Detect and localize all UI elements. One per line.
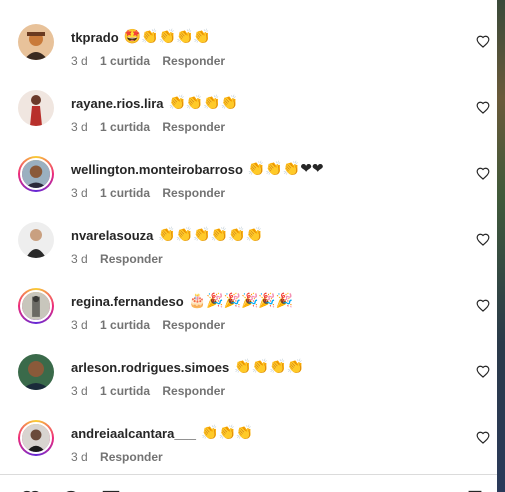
comment-likes[interactable]: 1 curtida <box>100 318 150 332</box>
comment-time[interactable]: 3 d <box>71 318 88 332</box>
avatar[interactable] <box>18 90 54 126</box>
reply-button[interactable]: Responder <box>162 384 225 398</box>
heart-icon[interactable] <box>476 365 490 378</box>
comment-item: nvarelasouza 👏👏👏👏👏👏 3 d Responder <box>0 202 497 268</box>
reply-button[interactable]: Responder <box>162 120 225 134</box>
comments-panel: tkprado 🤩👏👏👏👏 3 d 1 curtida Responder ra… <box>0 0 497 492</box>
reply-button[interactable]: Responder <box>100 450 163 464</box>
heart-icon[interactable] <box>476 233 490 246</box>
comment-item: rayane.rios.lira 👏👏👏👏 3 d 1 curtida Resp… <box>0 70 497 136</box>
comment-likes[interactable]: 1 curtida <box>100 120 150 134</box>
comment-time[interactable]: 3 d <box>71 54 88 68</box>
avatar[interactable] <box>18 222 54 258</box>
comment-username[interactable]: arleson.rodrigues.simoes <box>71 360 229 375</box>
reply-button[interactable]: Responder <box>162 186 225 200</box>
heart-icon[interactable] <box>476 431 490 444</box>
comment-username[interactable]: tkprado <box>71 30 119 45</box>
comment-text: 🤩👏👏👏👏 <box>123 29 211 45</box>
comment-time[interactable]: 3 d <box>71 186 88 200</box>
comment-text: 👏👏👏 <box>201 425 254 441</box>
comment-time[interactable]: 3 d <box>71 384 88 398</box>
comment-time[interactable]: 3 d <box>71 252 88 266</box>
avatar[interactable] <box>18 24 54 60</box>
comment-username[interactable]: regina.fernandeso <box>71 294 184 309</box>
avatar[interactable] <box>18 156 54 192</box>
heart-icon[interactable] <box>476 167 490 180</box>
comment-time[interactable]: 3 d <box>71 120 88 134</box>
reply-button[interactable]: Responder <box>100 252 163 266</box>
avatar[interactable] <box>18 354 54 390</box>
heart-icon[interactable] <box>476 299 490 312</box>
comment-item: tkprado 🤩👏👏👏👏 3 d 1 curtida Responder <box>0 4 497 70</box>
heart-icon[interactable] <box>476 101 490 114</box>
comment-item: andreiaalcantara___ 👏👏👏 3 d Responder <box>0 400 497 466</box>
comment-likes[interactable]: 1 curtida <box>100 54 150 68</box>
background-photo <box>497 0 505 492</box>
comment-time[interactable]: 3 d <box>71 450 88 464</box>
action-bar <box>0 474 497 492</box>
comment-text: 👏👏👏👏 <box>168 95 239 111</box>
comment-username[interactable]: wellington.monteirobarroso <box>71 162 243 177</box>
comment-likes[interactable]: 1 curtida <box>100 384 150 398</box>
reply-button[interactable]: Responder <box>162 318 225 332</box>
comment-text: 👏👏👏👏 <box>234 359 304 375</box>
avatar[interactable] <box>18 288 54 324</box>
comment-username[interactable]: rayane.rios.lira <box>71 96 164 111</box>
comment-text: 👏👏👏❤❤ <box>247 161 324 177</box>
reply-button[interactable]: Responder <box>162 54 225 68</box>
comment-username[interactable]: andreiaalcantara___ <box>71 426 196 441</box>
heart-icon[interactable] <box>476 35 490 48</box>
comment-item: regina.fernandeso 🎂🎉🎉🎉🎉🎉 3 d 1 curtida R… <box>0 268 497 334</box>
avatar[interactable] <box>18 420 54 456</box>
comment-text: 👏👏👏👏👏👏 <box>158 227 263 243</box>
comment-text: 🎂🎉🎉🎉🎉🎉 <box>188 293 294 309</box>
comment-item: arleson.rodrigues.simoes 👏👏👏👏 3 d 1 curt… <box>0 334 497 400</box>
comment-username[interactable]: nvarelasouza <box>71 228 153 243</box>
comment-item: wellington.monteirobarroso 👏👏👏❤❤ 3 d 1 c… <box>0 136 497 202</box>
comment-likes[interactable]: 1 curtida <box>100 186 150 200</box>
